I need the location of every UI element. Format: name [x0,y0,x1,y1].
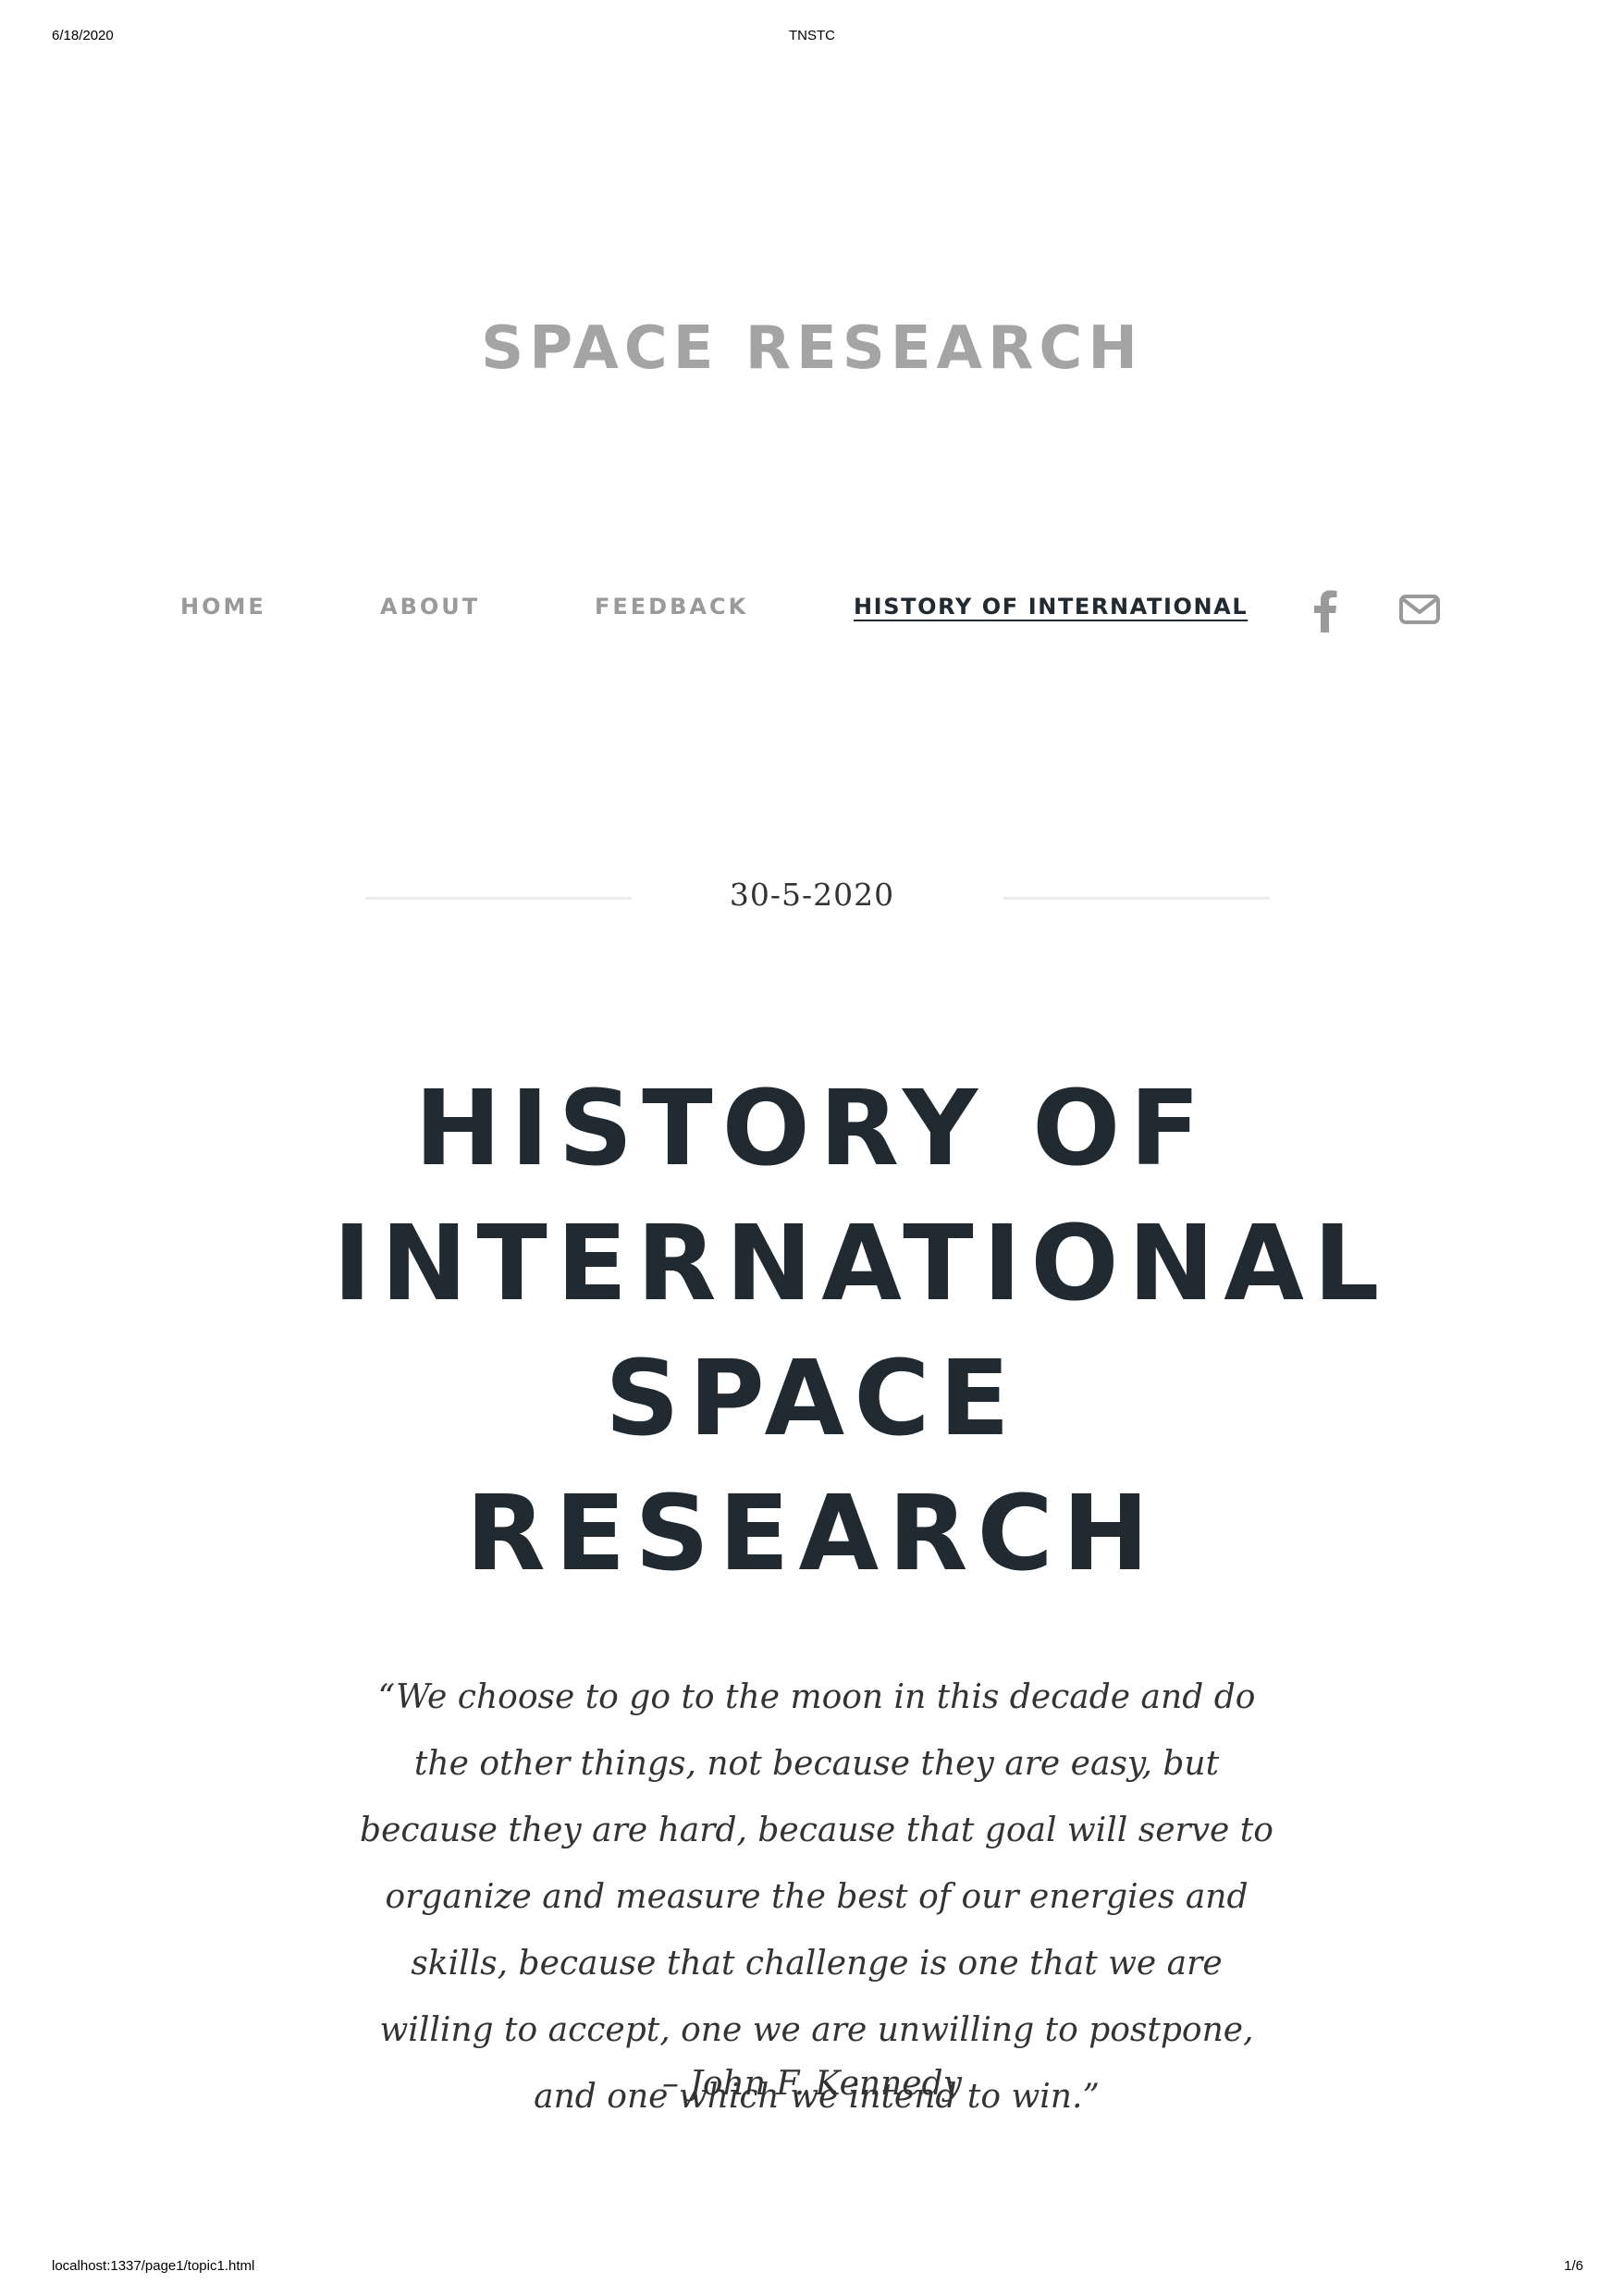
date-divider-right [1003,897,1270,900]
nav-feedback-link[interactable]: FEEDBACK [595,594,748,620]
print-header-title: TNSTC [789,28,835,43]
print-footer-url: localhost:1337/page1/topic1.html [52,2258,255,2274]
nav-home-link[interactable]: HOME [180,594,266,620]
nav-about-link[interactable]: ABOUT [380,594,480,620]
post-title: HISTORY OF INTERNATIONAL SPACE RESEARCH [333,1069,1389,1594]
nav-history-link[interactable]: HISTORY OF INTERNATIONAL [854,594,1248,620]
facebook-icon[interactable] [1311,588,1339,637]
site-title[interactable]: SPACE RESEARCH [0,314,1624,383]
main-nav: HOME ABOUT FEEDBACK HISTORY OF INTERNATI… [0,590,1624,634]
print-footer-page: 1/6 [1564,2258,1583,2274]
post-date: 30-5-2020 [729,877,895,913]
mail-icon[interactable] [1398,588,1441,635]
post-quote: “We choose to go to the moon in this dec… [360,1678,1273,2116]
quote-author: – John F. Kennedy [662,2065,962,2103]
